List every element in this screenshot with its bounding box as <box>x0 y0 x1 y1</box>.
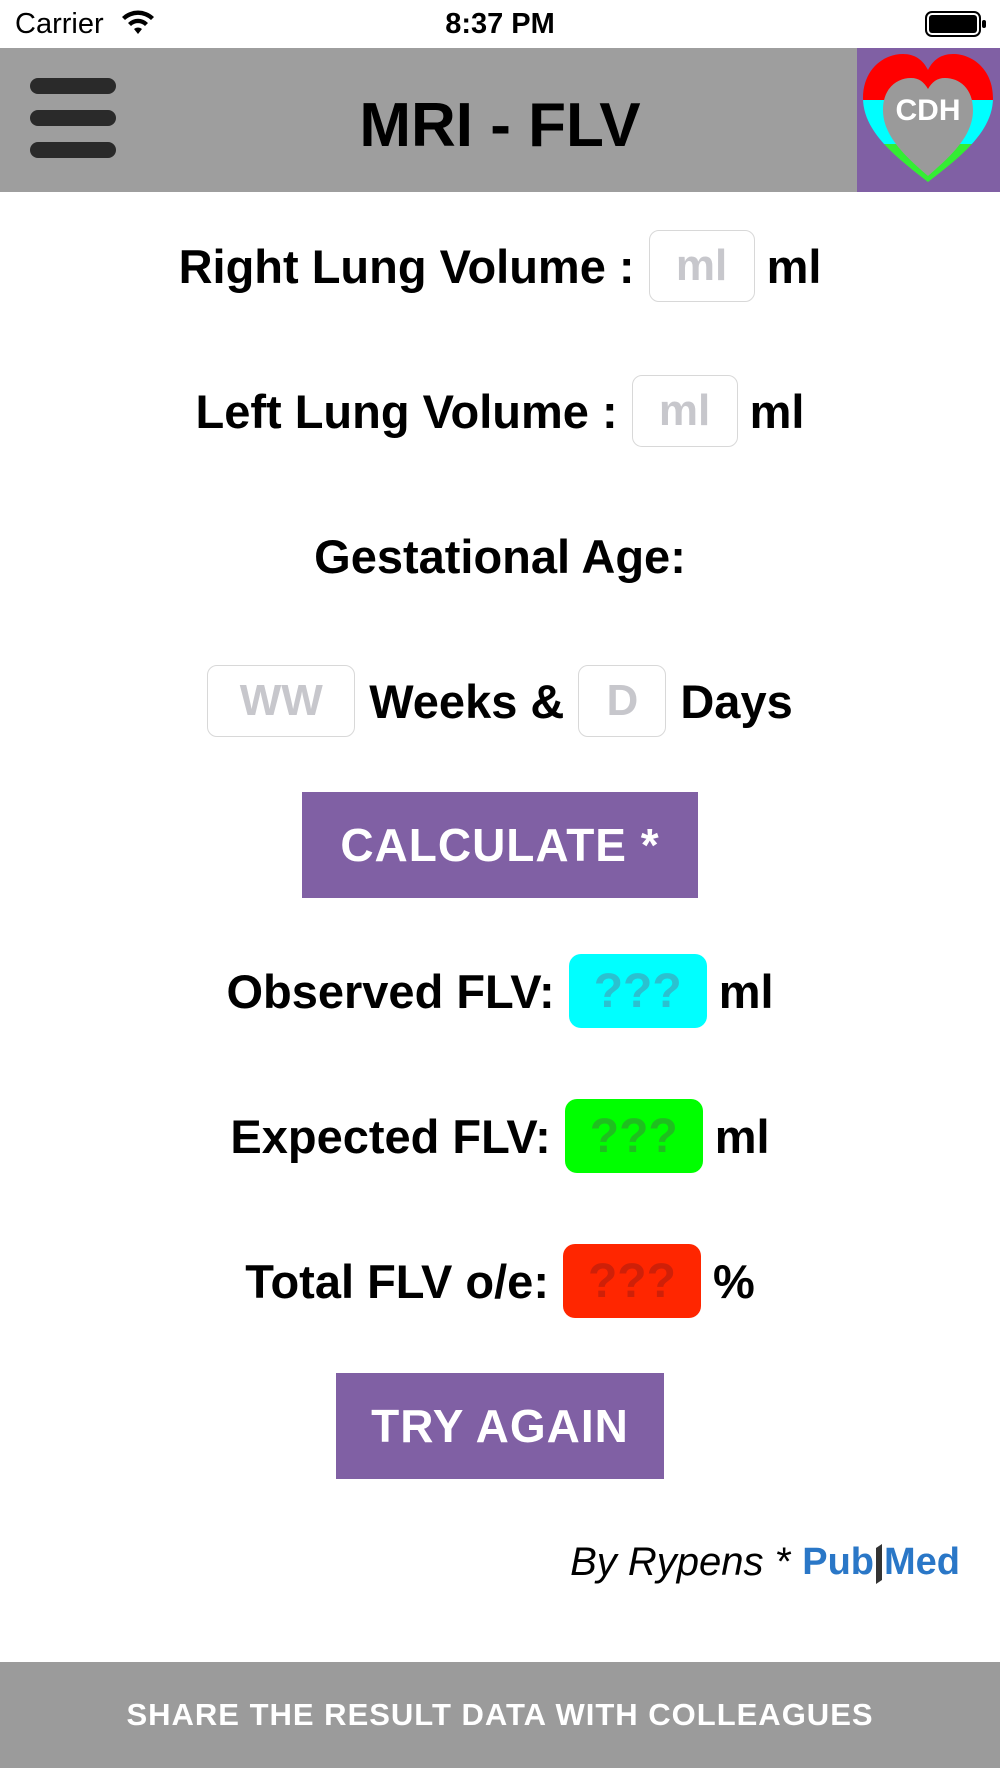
page-title: MRI - FLV <box>359 91 641 160</box>
total-flv-value: ??? <box>562 1244 701 1318</box>
days-label: Days <box>680 674 793 728</box>
pubmed-logo-pub: Pub <box>802 1541 874 1583</box>
right-lung-label: Right Lung Volume : <box>178 239 635 293</box>
status-bar: Carrier 8:37 PM <box>0 0 1000 48</box>
weeks-label: Weeks & <box>369 674 565 728</box>
observed-flv-unit: ml <box>718 964 774 1018</box>
total-flv-unit: % <box>712 1254 755 1308</box>
total-flv-row: Total FLV o/e: ??? % <box>0 1243 1000 1319</box>
try-again-button[interactable]: TRY AGAIN <box>336 1373 664 1479</box>
battery-full-icon <box>925 11 986 37</box>
observed-flv-value: ??? <box>568 954 707 1028</box>
right-lung-row: Right Lung Volume : ml <box>0 228 1000 304</box>
credit-line: By Rypens * Pub Med <box>570 1540 960 1585</box>
observed-flv-row: Observed FLV: ??? ml <box>0 953 1000 1029</box>
left-lung-unit: ml <box>749 384 805 438</box>
expected-flv-value: ??? <box>564 1099 703 1173</box>
clock-time: 8:37 PM <box>445 8 555 40</box>
left-lung-label: Left Lung Volume : <box>195 384 618 438</box>
pubmed-link[interactable]: Pub Med <box>802 1541 960 1584</box>
pubmed-book-icon <box>876 1544 882 1584</box>
days-input[interactable] <box>578 665 667 737</box>
observed-flv-label: Observed FLV: <box>226 964 555 1018</box>
weeks-input[interactable] <box>207 665 356 737</box>
left-lung-row: Left Lung Volume : ml <box>0 373 1000 449</box>
navigation-bar: MRI - FLV CDH <box>0 48 1000 192</box>
left-lung-volume-input[interactable] <box>631 375 738 447</box>
gestational-age-label: Gestational Age: <box>314 529 686 583</box>
expected-flv-label: Expected FLV: <box>230 1109 551 1163</box>
right-lung-volume-input[interactable] <box>648 230 755 302</box>
expected-flv-row: Expected FLV: ??? ml <box>0 1098 1000 1174</box>
logo-text: CDH <box>896 94 961 127</box>
pubmed-logo-med: Med <box>884 1541 960 1583</box>
total-flv-label: Total FLV o/e: <box>245 1254 549 1308</box>
weeks-days-row: Weeks & Days <box>0 663 1000 739</box>
cdh-logo: CDH <box>857 48 1000 192</box>
expected-flv-unit: ml <box>714 1109 770 1163</box>
calculate-button[interactable]: CALCULATE * <box>302 792 698 898</box>
credit-author: By Rypens * <box>570 1540 791 1584</box>
share-results-button[interactable]: SHARE THE RESULT DATA WITH COLLEAGUES <box>0 1662 1000 1768</box>
right-lung-unit: ml <box>766 239 822 293</box>
gestational-age-row: Gestational Age: <box>0 518 1000 594</box>
